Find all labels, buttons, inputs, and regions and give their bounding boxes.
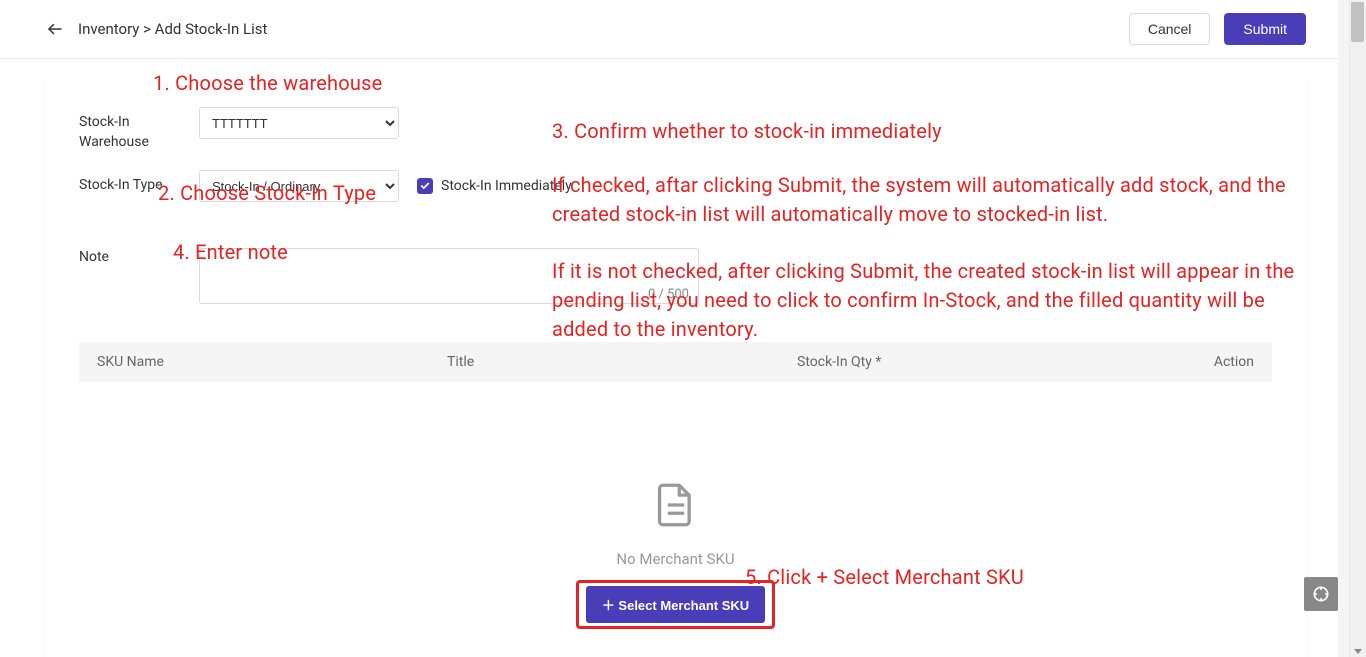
select-merchant-sku-button[interactable]: ＋ Select Merchant SKU bbox=[586, 586, 765, 623]
warehouse-label: Stock-In Warehouse bbox=[79, 107, 199, 152]
annotation-4: 4. Enter note bbox=[173, 238, 288, 267]
back-arrow-icon[interactable] bbox=[46, 20, 64, 38]
annotation-2: 2. Choose Stock-In Type bbox=[158, 179, 376, 208]
content-card: Stock-In Warehouse TTTTTTT Stock-In Type… bbox=[45, 79, 1306, 657]
annotation-3-p2: If it is not checked, after clicking Sub… bbox=[552, 257, 1302, 344]
annotation-3-p1: If checked, aftar clicking Submit, the s… bbox=[552, 171, 1302, 229]
page-header: Inventory > Add Stock-In List Cancel Sub… bbox=[0, 0, 1338, 59]
support-widget-icon[interactable] bbox=[1304, 577, 1338, 611]
stockin-immediately-checkbox[interactable] bbox=[417, 178, 433, 194]
col-title: Title bbox=[447, 354, 797, 370]
empty-state: No Merchant SKU ＋ Select Merchant SKU bbox=[79, 482, 1272, 623]
col-action: Action bbox=[1154, 354, 1254, 370]
vertical-scrollbar[interactable] bbox=[1349, 0, 1366, 657]
breadcrumb: Inventory > Add Stock-In List bbox=[78, 20, 267, 38]
empty-text: No Merchant SKU bbox=[79, 550, 1272, 568]
warehouse-select[interactable]: TTTTTTT bbox=[199, 107, 399, 139]
annotation-3-title: 3. Confirm whether to stock-in immediate… bbox=[552, 117, 1292, 146]
cancel-button[interactable]: Cancel bbox=[1129, 13, 1211, 45]
submit-button[interactable]: Submit bbox=[1224, 13, 1306, 45]
scrollbar-thumb[interactable] bbox=[1351, 2, 1364, 42]
document-icon bbox=[79, 482, 1272, 532]
annotation-1: 1. Choose the warehouse bbox=[153, 69, 382, 98]
scroll-down-icon bbox=[1354, 649, 1362, 654]
annotation-5: 5. Click + Select Merchant SKU bbox=[745, 563, 1024, 592]
col-sku-name: SKU Name bbox=[97, 354, 447, 370]
col-stockin-qty: Stock-In Qty * bbox=[797, 354, 1154, 370]
sku-table-header: SKU Name Title Stock-In Qty * Action bbox=[79, 342, 1272, 382]
